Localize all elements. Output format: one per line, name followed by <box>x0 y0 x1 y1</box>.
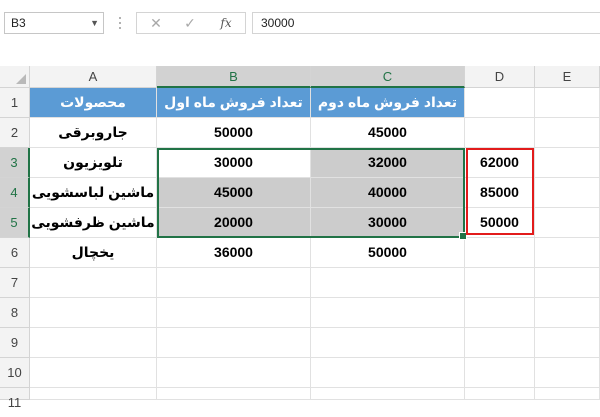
cell-d11[interactable] <box>465 388 535 400</box>
name-box[interactable]: B3 ▼ <box>4 12 104 34</box>
row-header-2[interactable]: 2 <box>0 118 30 148</box>
cell-e2[interactable] <box>535 118 600 148</box>
row-header-11[interactable]: 11 <box>0 388 30 410</box>
cell-d9[interactable] <box>465 328 535 358</box>
cell-a5[interactable]: ماشین ظرفشویی <box>30 208 157 238</box>
cell-d6[interactable] <box>465 238 535 268</box>
cell-b7[interactable] <box>157 268 311 298</box>
cell-d5[interactable]: 50000 <box>465 208 535 238</box>
cell-c8[interactable] <box>311 298 465 328</box>
cell-d7[interactable] <box>465 268 535 298</box>
cell-a4[interactable]: ماشین لباسشویی <box>30 178 157 208</box>
cell-b9[interactable] <box>157 328 311 358</box>
row-header-5[interactable]: 5 <box>0 208 30 238</box>
cell-c10[interactable] <box>311 358 465 388</box>
cell-a11[interactable] <box>30 388 157 400</box>
cell-e11[interactable] <box>535 388 600 400</box>
column-header-a[interactable]: A <box>30 66 157 88</box>
enter-icon[interactable]: ✓ <box>179 13 201 33</box>
row-header-10[interactable]: 10 <box>0 358 30 388</box>
cell-c2[interactable]: 45000 <box>311 118 465 148</box>
cell-c3[interactable]: 32000 <box>311 148 465 178</box>
column-header-c[interactable]: C <box>311 66 465 88</box>
cell-c9[interactable] <box>311 328 465 358</box>
cell-d8[interactable] <box>465 298 535 328</box>
name-box-value: B3 <box>11 16 26 30</box>
cell-b3[interactable]: 30000 <box>157 148 311 178</box>
cell-a3[interactable]: تلویزیون <box>30 148 157 178</box>
row-header-7[interactable]: 7 <box>0 268 30 298</box>
chevron-down-icon[interactable]: ▼ <box>90 13 99 33</box>
cell-c4[interactable]: 40000 <box>311 178 465 208</box>
cell-b4[interactable]: 45000 <box>157 178 311 208</box>
row-header-8[interactable]: 8 <box>0 298 30 328</box>
row-header-4[interactable]: 4 <box>0 178 30 208</box>
cell-e4[interactable] <box>535 178 600 208</box>
cell-e8[interactable] <box>535 298 600 328</box>
cell-a1[interactable]: محصولات <box>30 88 157 118</box>
insert-function-icon[interactable]: fx <box>215 13 237 33</box>
select-all-button[interactable] <box>0 66 30 88</box>
cell-a8[interactable] <box>30 298 157 328</box>
column-header-b[interactable]: B <box>157 66 311 88</box>
cell-b1[interactable]: تعداد فروش ماه اول <box>157 88 311 118</box>
formula-bar: B3 ▼ ✕ ✓ fx 30000 <box>0 0 600 48</box>
cell-b10[interactable] <box>157 358 311 388</box>
cell-b5[interactable]: 20000 <box>157 208 311 238</box>
cell-b11[interactable] <box>157 388 311 400</box>
cell-c7[interactable] <box>311 268 465 298</box>
cell-c5[interactable]: 30000 <box>311 208 465 238</box>
drag-handle-icon[interactable] <box>118 14 122 32</box>
cell-e7[interactable] <box>535 268 600 298</box>
cell-a9[interactable] <box>30 328 157 358</box>
formula-input[interactable]: 30000 <box>252 12 600 34</box>
formula-buttons: ✕ ✓ fx <box>136 12 246 34</box>
row-header-9[interactable]: 9 <box>0 328 30 358</box>
cell-a10[interactable] <box>30 358 157 388</box>
cell-c11[interactable] <box>311 388 465 400</box>
cell-c6[interactable]: 50000 <box>311 238 465 268</box>
cell-b2[interactable]: 50000 <box>157 118 311 148</box>
row-header-3[interactable]: 3 <box>0 148 30 178</box>
cell-c1[interactable]: تعداد فروش ماه دوم <box>311 88 465 118</box>
cell-d1[interactable] <box>465 88 535 118</box>
cell-e5[interactable] <box>535 208 600 238</box>
cell-a7[interactable] <box>30 268 157 298</box>
column-header-e[interactable]: E <box>535 66 600 88</box>
cell-d2[interactable] <box>465 118 535 148</box>
cell-e3[interactable] <box>535 148 600 178</box>
cell-d4[interactable]: 85000 <box>465 178 535 208</box>
cell-b6[interactable]: 36000 <box>157 238 311 268</box>
cell-d10[interactable] <box>465 358 535 388</box>
cell-b8[interactable] <box>157 298 311 328</box>
cell-e9[interactable] <box>535 328 600 358</box>
cell-e6[interactable] <box>535 238 600 268</box>
cell-e1[interactable] <box>535 88 600 118</box>
cell-a6[interactable]: یخچال <box>30 238 157 268</box>
cell-e10[interactable] <box>535 358 600 388</box>
cancel-icon[interactable]: ✕ <box>145 13 167 33</box>
spreadsheet-grid: A B C D E 1 2 3 4 5 6 7 8 9 10 11 محصولا… <box>0 66 600 410</box>
cell-a2[interactable]: جاروبرقی <box>30 118 157 148</box>
column-header-d[interactable]: D <box>465 66 535 88</box>
cell-d3[interactable]: 62000 <box>465 148 535 178</box>
row-header-1[interactable]: 1 <box>0 88 30 118</box>
row-header-6[interactable]: 6 <box>0 238 30 268</box>
